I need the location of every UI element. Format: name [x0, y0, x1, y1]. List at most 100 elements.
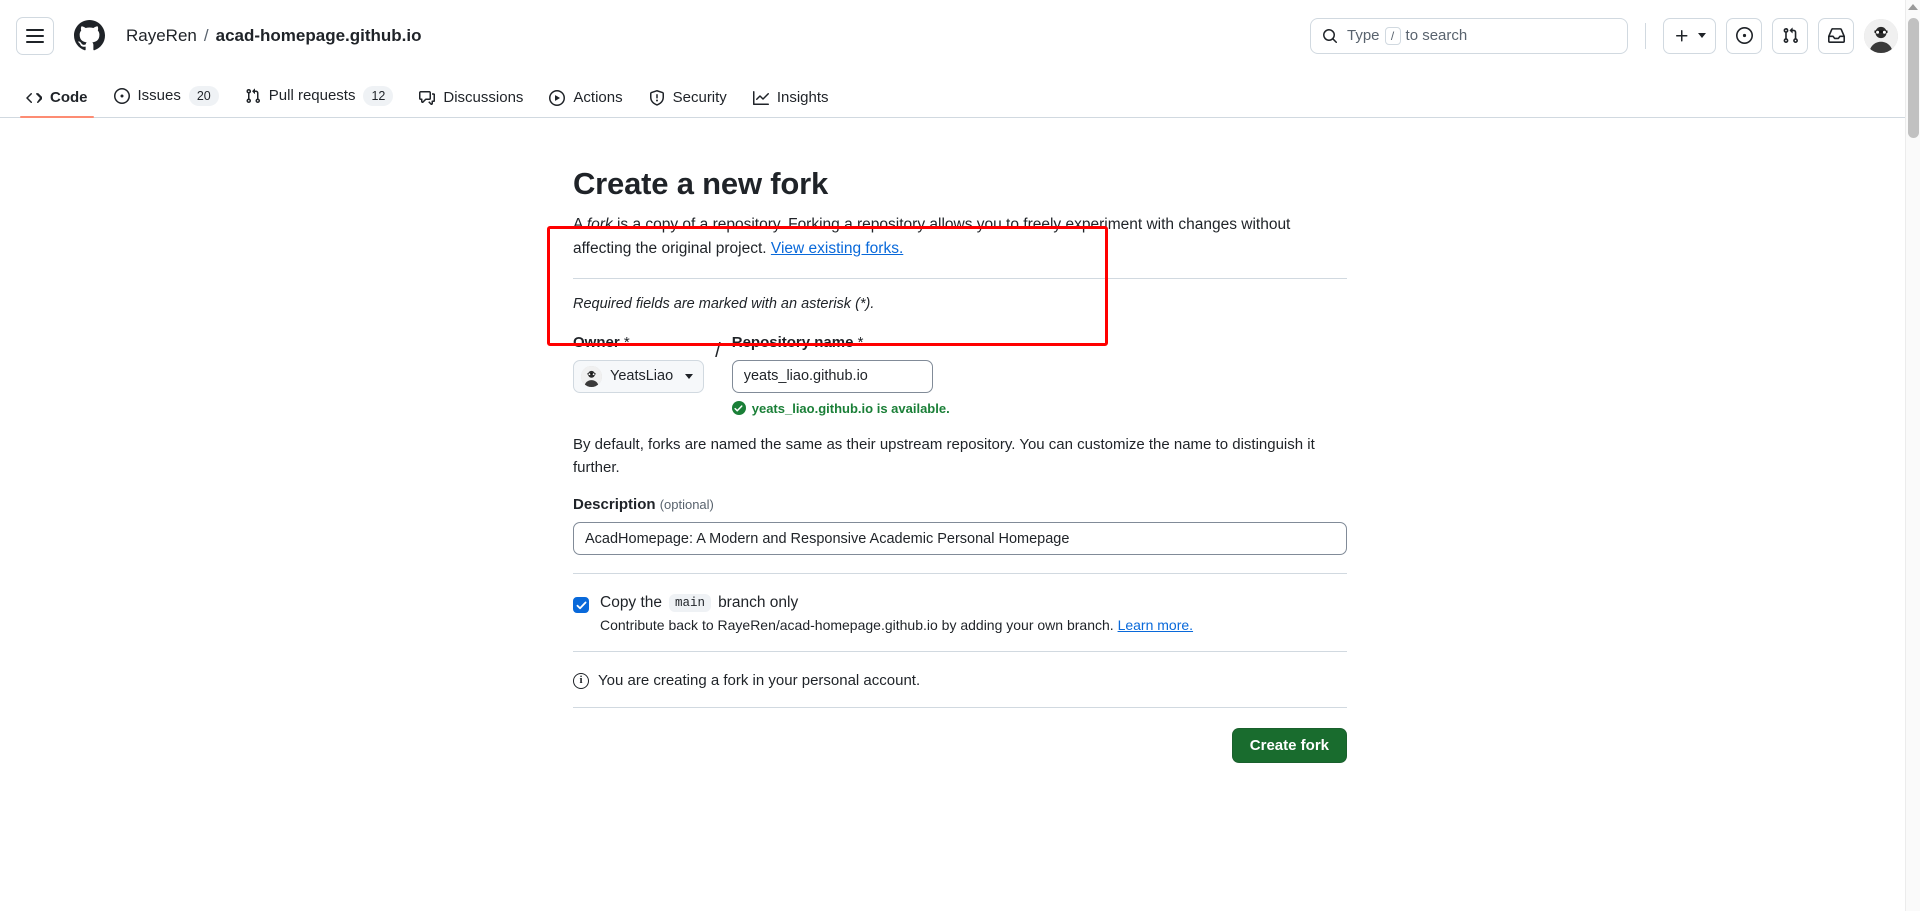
learn-more-link[interactable]: Learn more.: [1118, 617, 1193, 633]
nav-tab-issues-count: 20: [189, 86, 219, 107]
owner-selected-value: YeatsLiao: [610, 368, 673, 384]
contribute-back-text: Contribute back to RayeRen/acad-homepage…: [600, 617, 1114, 633]
nav-tab-issues-label: Issues: [138, 87, 181, 104]
fork-name-helper-text: By default, forks are named the same as …: [573, 433, 1347, 480]
branch-name-badge: main: [669, 594, 711, 612]
copy-branch-prefix: Copy the: [600, 594, 662, 612]
nav-tab-insights[interactable]: Insights: [743, 89, 839, 117]
nav-tab-security[interactable]: Security: [639, 89, 737, 117]
repository-name-input[interactable]: [732, 360, 933, 393]
owner-avatar-icon: [581, 366, 602, 387]
scrollbar-thumb[interactable]: [1908, 18, 1919, 138]
nav-tab-actions[interactable]: Actions: [539, 89, 632, 117]
page-title: Create a new fork: [573, 165, 1347, 204]
copy-branch-text-block: Copy the main branch only Contribute bac…: [600, 594, 1193, 633]
header-actions: Type / to search: [1310, 18, 1898, 54]
shield-icon: [649, 90, 665, 106]
git-pull-request-icon: [1782, 27, 1799, 44]
nav-tab-code-label: Code: [50, 89, 88, 106]
breadcrumb-separator: /: [204, 26, 209, 46]
description-field-group: Description (optional): [573, 496, 1347, 555]
breadcrumb-owner[interactable]: RayeRen: [126, 26, 197, 46]
description-label: Description (optional): [573, 496, 1347, 513]
description-optional-hint: (optional): [660, 497, 714, 512]
nav-tab-pull-requests-count: 12: [363, 86, 393, 107]
repository-availability-text: yeats_liao.github.io is available.: [752, 401, 950, 416]
create-fork-button[interactable]: Create fork: [1232, 728, 1347, 763]
scrollbar-up-arrow-icon[interactable]: [1908, 4, 1918, 10]
nav-tab-discussions[interactable]: Discussions: [409, 89, 533, 117]
notifications-inbox-button[interactable]: [1818, 18, 1854, 54]
lead-text-part1: A: [573, 216, 587, 233]
repository-name-label: Repository name *: [732, 334, 950, 351]
copy-branch-sub-text: Contribute back to RayeRen/acad-homepage…: [600, 617, 1193, 633]
github-logo-icon[interactable]: [70, 17, 108, 55]
owner-repo-separator: /: [715, 334, 721, 368]
pull-requests-button[interactable]: [1772, 18, 1808, 54]
check-circle-icon: [732, 401, 746, 415]
owner-label: Owner *: [573, 334, 704, 351]
hamburger-menu-icon[interactable]: [16, 17, 54, 55]
lead-fork-emphasis: fork: [587, 216, 613, 233]
form-actions: Create fork: [573, 728, 1347, 763]
copy-branch-checkbox[interactable]: [573, 597, 589, 613]
breadcrumb: RayeRen / acad-homepage.github.io: [126, 26, 422, 46]
nav-tab-discussions-label: Discussions: [443, 89, 523, 106]
user-avatar-icon[interactable]: [1864, 19, 1898, 53]
code-icon: [26, 90, 42, 106]
graph-icon: [753, 90, 769, 106]
page-description: A fork is a copy of a repository. Forkin…: [573, 213, 1333, 261]
search-placeholder-prefix: Type: [1347, 27, 1380, 44]
personal-account-note: i You are creating a fork in your person…: [573, 672, 1347, 689]
divider-top: [573, 278, 1347, 279]
divider-after-checkbox: [573, 651, 1347, 652]
page-scrollbar[interactable]: [1905, 0, 1920, 911]
copy-branch-label: Copy the main branch only: [600, 594, 1193, 612]
inbox-icon: [1828, 27, 1845, 44]
search-slash-key: /: [1385, 27, 1401, 45]
required-fields-note: Required fields are marked with an aster…: [573, 296, 1347, 312]
owner-required-asterisk: *: [624, 334, 630, 351]
nav-tab-issues[interactable]: Issues 20: [104, 86, 229, 118]
owner-field-group: Owner * YeatsLiao: [573, 334, 704, 393]
fork-form-container: Create a new fork A fork is a copy of a …: [573, 118, 1347, 763]
issues-button[interactable]: [1726, 18, 1762, 54]
description-label-text: Description: [573, 496, 656, 513]
nav-tab-pull-requests-label: Pull requests: [269, 87, 356, 104]
git-pull-request-icon: [245, 88, 261, 104]
owner-label-text: Owner: [573, 334, 620, 351]
nav-tab-security-label: Security: [673, 89, 727, 106]
copy-main-branch-row: Copy the main branch only Contribute bac…: [573, 594, 1347, 633]
play-icon: [549, 90, 565, 106]
nav-tab-pull-requests[interactable]: Pull requests 12: [235, 86, 404, 118]
divider-before-actions: [573, 707, 1347, 708]
owner-repo-row: Owner * YeatsLiao /: [573, 334, 1347, 416]
comment-discussion-icon: [419, 90, 435, 106]
personal-account-note-text: You are creating a fork in your personal…: [598, 672, 920, 689]
repository-availability-status: yeats_liao.github.io is available.: [732, 401, 950, 416]
issue-opened-icon: [1736, 27, 1753, 44]
chevron-down-icon: [1698, 33, 1706, 38]
search-icon: [1322, 28, 1338, 44]
search-input[interactable]: Type / to search: [1310, 18, 1628, 54]
plus-icon: [1674, 28, 1690, 44]
create-new-button[interactable]: [1663, 18, 1716, 54]
description-input[interactable]: [573, 522, 1347, 555]
chevron-down-icon: [685, 374, 693, 379]
repository-field-group: Repository name * yeats_liao.github.io i…: [732, 334, 950, 416]
nav-tab-insights-label: Insights: [777, 89, 829, 106]
repo-nav: Code Issues 20 Pull requests 12 Discussi…: [0, 71, 1920, 118]
view-existing-forks-link[interactable]: View existing forks.: [771, 240, 903, 257]
breadcrumb-repo[interactable]: acad-homepage.github.io: [216, 26, 422, 46]
repository-name-label-text: Repository name: [732, 334, 854, 351]
lead-text-part2: is a copy of a repository. Forking a rep…: [573, 216, 1290, 257]
search-placeholder-suffix: to search: [1406, 27, 1468, 44]
nav-tab-code[interactable]: Code: [16, 89, 98, 117]
nav-tab-actions-label: Actions: [573, 89, 622, 106]
global-header: RayeRen / acad-homepage.github.io Type /…: [0, 0, 1920, 71]
header-divider: [1645, 23, 1646, 49]
issue-opened-icon: [114, 88, 130, 104]
divider-after-description: [573, 573, 1347, 574]
repository-required-asterisk: *: [858, 334, 864, 351]
owner-select-dropdown[interactable]: YeatsLiao: [573, 360, 704, 393]
